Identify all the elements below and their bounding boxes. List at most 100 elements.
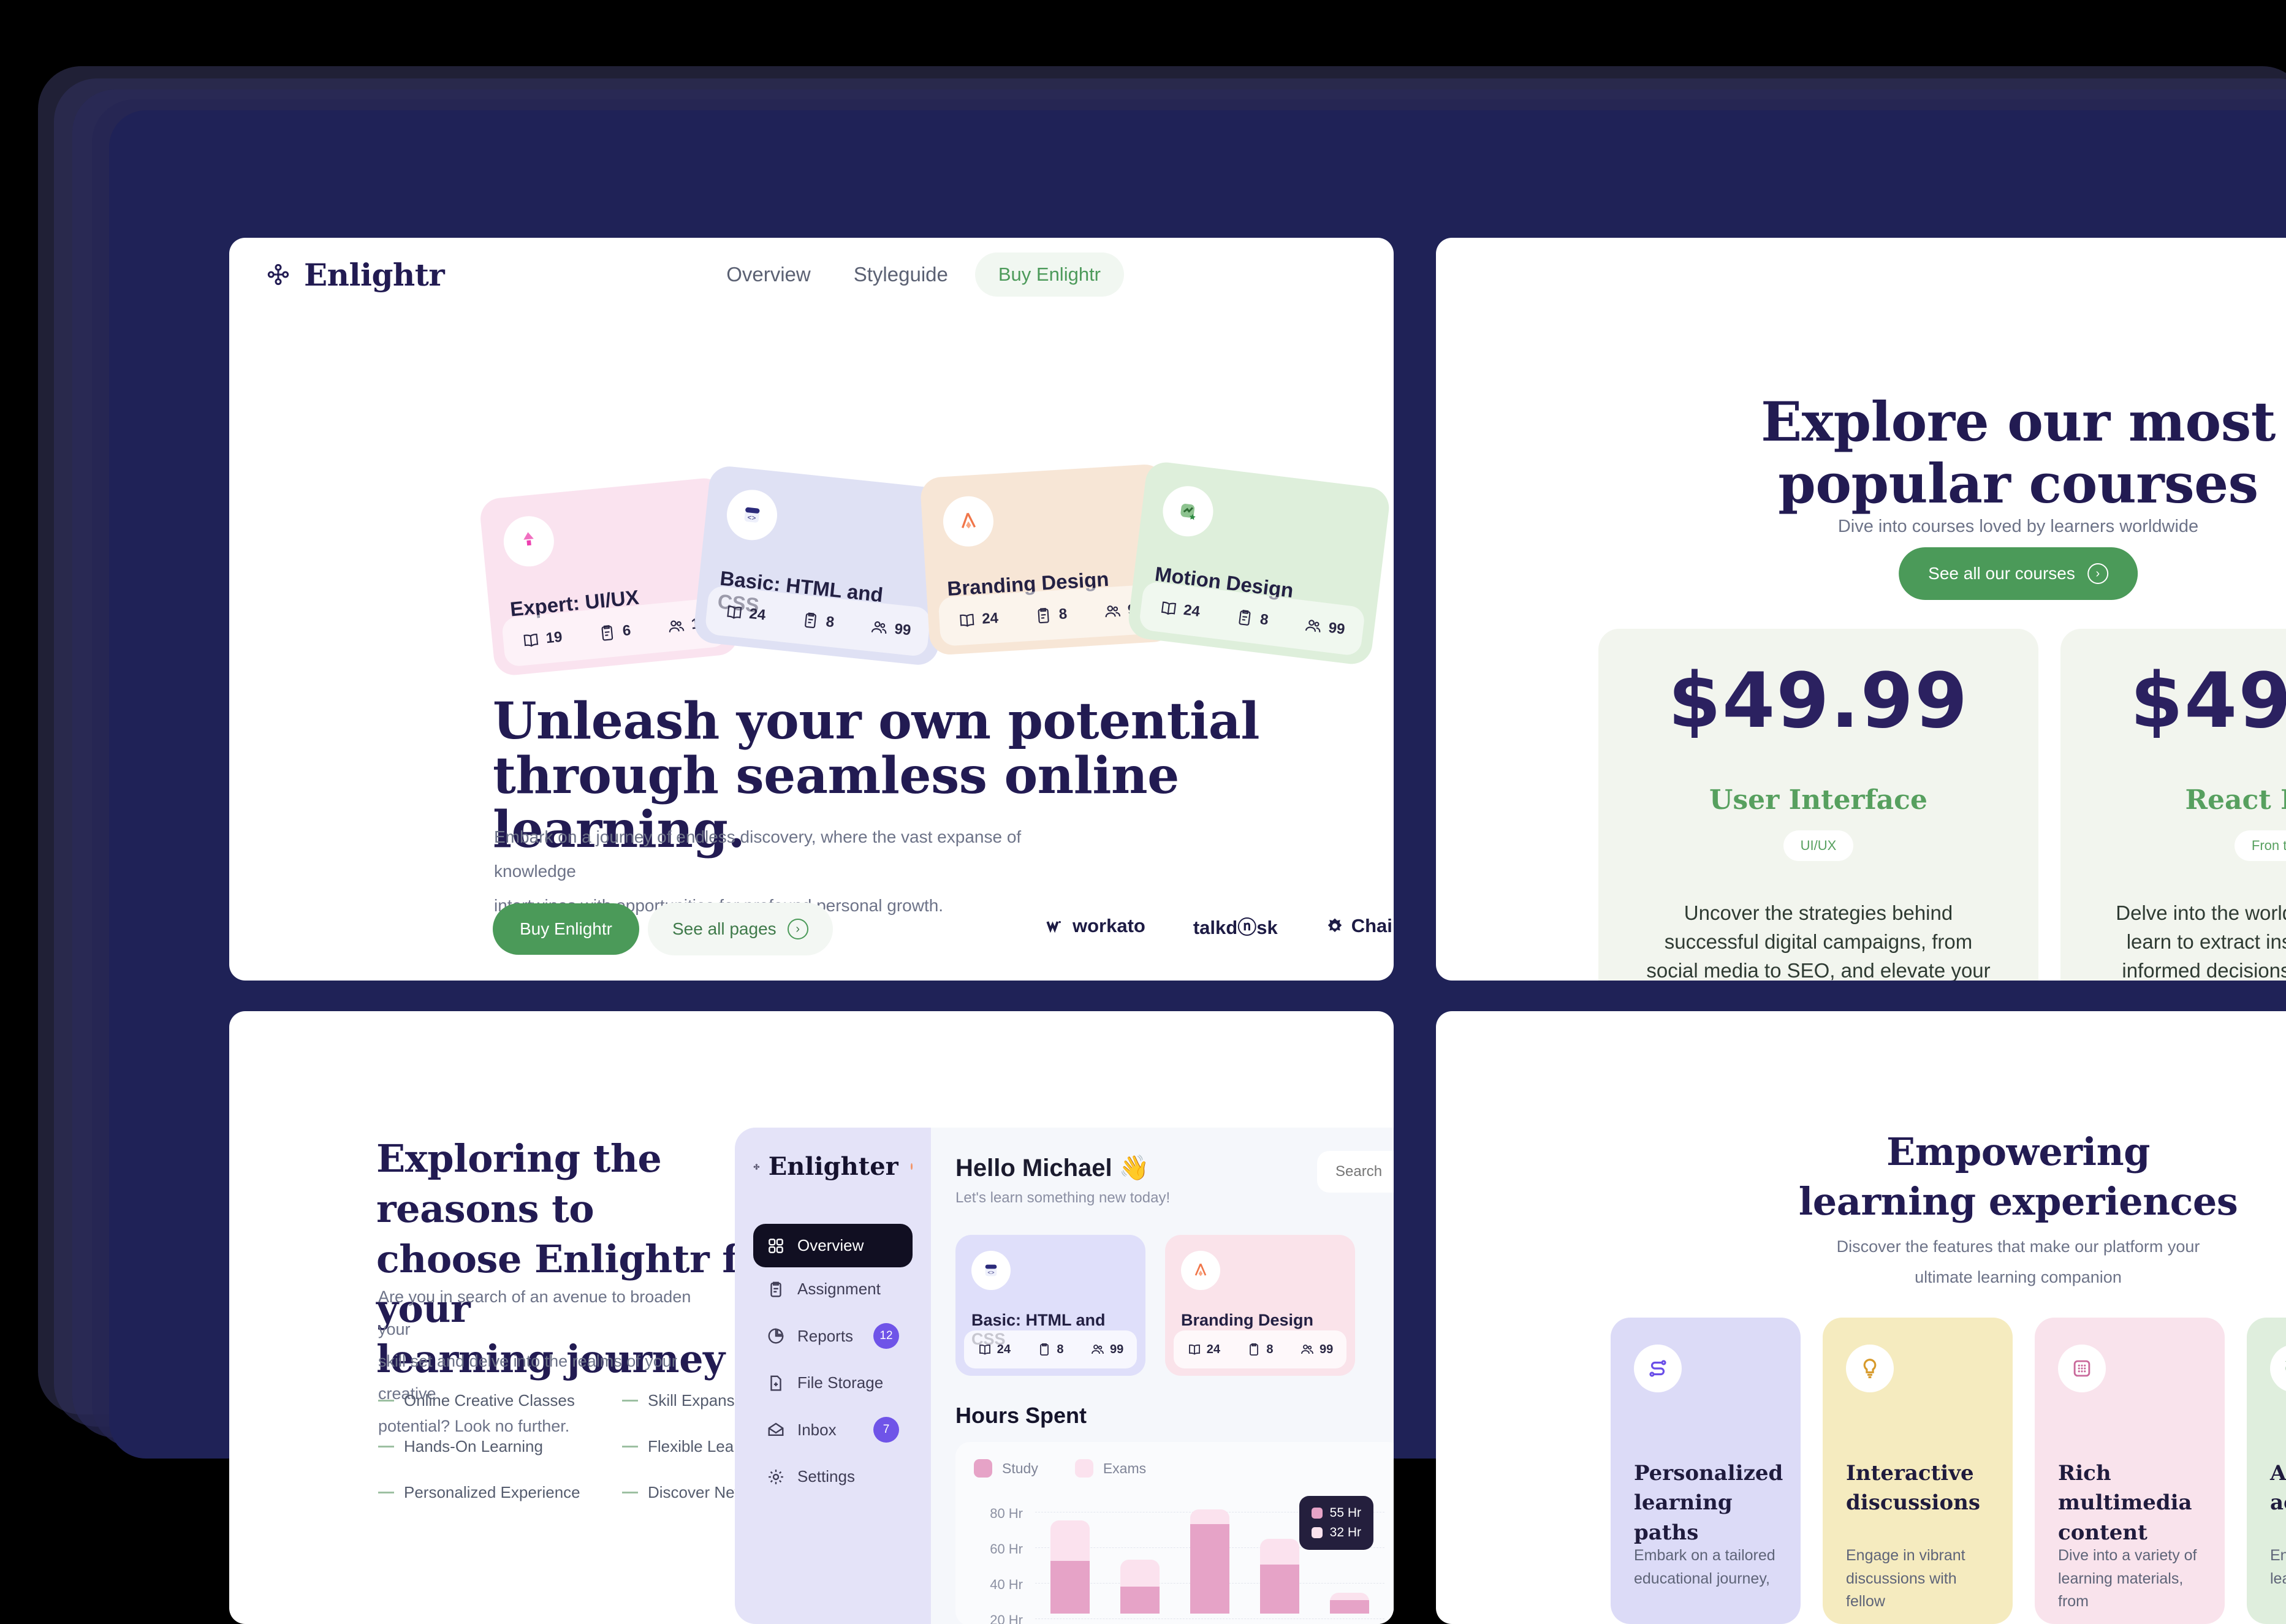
- nav-link-overview[interactable]: Overview: [710, 257, 827, 292]
- dashboard-main: Hello Michael 👋 Let's learn something ne…: [931, 1128, 1394, 1624]
- gear-icon: [769, 1469, 783, 1484]
- course-description: Uncover the strategies behind successful…: [1646, 901, 1991, 981]
- legend-item-exams: Exams: [1074, 1459, 1146, 1478]
- course-price: $49.99: [2130, 657, 2286, 745]
- grid-icon: [769, 1238, 783, 1253]
- sidebar-item-reports[interactable]: Reports 12: [753, 1311, 913, 1361]
- sidebar-item-assignment[interactable]: Assignment: [753, 1267, 913, 1311]
- course-price: $49.99: [1668, 657, 1969, 745]
- hero-course-card[interactable]: Motion Design 24 8 99: [1126, 460, 1392, 667]
- course-pricing-card[interactable]: $49.99 React Hooks Fron tend Delve into …: [2060, 629, 2286, 981]
- client-logo-chainalysis: Chainalysis: [1326, 915, 1394, 937]
- sidebar-item-settings[interactable]: Settings: [753, 1455, 913, 1498]
- hero-buy-button[interactable]: Buy Enlightr: [493, 903, 639, 955]
- feature-card[interactable]: Rich multimedia content Dive into a vari…: [2035, 1318, 2225, 1624]
- list-item: Online Creative Classes: [378, 1391, 588, 1410]
- dashboard-mockup: Enlighter Overview Assignment Reports 12: [735, 1128, 1394, 1624]
- bar-group[interactable]: [1120, 1560, 1160, 1614]
- chart-star-icon: [1160, 483, 1217, 539]
- compass-pen-icon: [1181, 1251, 1220, 1290]
- stat-lessons: 24: [1158, 598, 1201, 621]
- course-pricing-card[interactable]: $49.99 User Interface UI/UX Uncover the …: [1598, 629, 2038, 981]
- y-tick-label: 20 Hr: [990, 1612, 1023, 1624]
- svg-text:<>: <>: [747, 514, 756, 523]
- client-logo-talkdesk: talkdⓝsk: [1193, 917, 1278, 938]
- hero-see-all-pages-button[interactable]: See all pages ›: [647, 903, 833, 955]
- stat-tasks: 8: [800, 610, 835, 632]
- features-subtext-line-2: ultimate learning companion: [1915, 1267, 2122, 1286]
- course-category-badge: Fron tend: [2234, 830, 2286, 861]
- card-stats: 24 8 99: [1174, 1330, 1346, 1368]
- brand-logo[interactable]: Enlightr: [266, 257, 445, 293]
- sidebar-item-file-storage[interactable]: File Storage: [753, 1361, 913, 1405]
- tooltip-swatch: [1311, 1527, 1323, 1538]
- feature-title: Rich multimedia content: [2058, 1461, 2192, 1545]
- feature-cards: Personalized learning paths Embark on a …: [1611, 1318, 2286, 1624]
- feature-title: Personalized learning paths: [1634, 1461, 1783, 1545]
- pen-tool-icon: [501, 514, 556, 569]
- feature-card[interactable]: Interactive discussions Engage in vibran…: [1823, 1318, 2013, 1624]
- chart-title: Hours Spent: [955, 1403, 1087, 1428]
- dashboard-course-card[interactable]: <> Basic: HTML and CSS 24 8: [955, 1235, 1145, 1376]
- hero-course-cards: Expert: UI/UX 19 6 12 <>: [479, 460, 1392, 677]
- nav-buy-button[interactable]: Buy Enlightr: [974, 252, 1124, 297]
- see-all-courses-button[interactable]: See all our courses ›: [1899, 547, 2138, 600]
- code-badge-icon: <>: [724, 487, 780, 543]
- course-name: User Interface: [1709, 784, 1927, 816]
- stat-lessons: 24: [978, 1342, 1011, 1357]
- file-plus-icon: [770, 1375, 781, 1391]
- feature-description: Dive into a variety of learning material…: [2058, 1547, 2197, 1610]
- bar-group[interactable]: [1050, 1520, 1090, 1614]
- legend-item-study: Study: [974, 1459, 1038, 1478]
- tooltip-row-exams: 32 Hr: [1311, 1525, 1361, 1540]
- dashboard-brand[interactable]: Enlighter: [753, 1152, 913, 1181]
- reasons-panel: Exploring the reasons to choose Enlightr…: [229, 1011, 1394, 1624]
- stat-lessons: 19: [521, 628, 563, 650]
- stat-students: 99: [1090, 1342, 1123, 1357]
- course-pricing-cards: $49.99 User Interface UI/UX Uncover the …: [1598, 629, 2286, 981]
- hero-course-card[interactable]: <> Basic: HTML and CSS 24 8 99: [692, 464, 955, 667]
- chart-legend: Study Exams: [974, 1459, 1384, 1478]
- hero-actions: Buy Enlightr See all pages ›: [493, 903, 833, 955]
- dashboard-course-cards: <> Basic: HTML and CSS 24 8: [955, 1235, 1394, 1376]
- feature-description: Embark on a tailored educational journey…: [1634, 1547, 1775, 1587]
- dashboard-sidebar: Enlighter Overview Assignment Reports 12: [735, 1128, 931, 1624]
- stat-tasks: 8: [1235, 607, 1270, 629]
- bar-group[interactable]: [1260, 1539, 1299, 1614]
- nav-link-styleguide[interactable]: Styleguide: [838, 257, 964, 292]
- bar-group[interactable]: [1330, 1593, 1369, 1614]
- sidebar-item-inbox[interactable]: Inbox 7: [753, 1405, 913, 1455]
- sidebar-item-overview[interactable]: Overview: [753, 1224, 913, 1267]
- dash-icon: [622, 1492, 638, 1493]
- courses-headline-line-1: Explore our most: [1761, 390, 2276, 453]
- features-panel: Empowering learning experiences Discover…: [1436, 1011, 2286, 1624]
- courses-panel: Explore our most popular courses Dive in…: [1436, 238, 2286, 981]
- feature-title: Interactive discussions: [1846, 1461, 1980, 1516]
- list-item: Hands-On Learning: [378, 1437, 588, 1456]
- bar-group[interactable]: [1190, 1509, 1229, 1614]
- y-tick-label: 40 Hr: [990, 1577, 1023, 1592]
- dashboard-course-card[interactable]: Branding Design 24 8 99: [1165, 1235, 1355, 1376]
- stat-tasks: 6: [598, 621, 632, 643]
- pie-chart-icon: [768, 1328, 784, 1344]
- hero-subtext-line-1: Embark on a journey of endless discovery…: [494, 827, 1022, 881]
- stat-tasks: 8: [1034, 605, 1068, 625]
- stat-lessons: 24: [1187, 1342, 1220, 1357]
- legend-swatch: [1074, 1459, 1093, 1478]
- feature-card[interactable]: Anytime, access Enjoy the flexibility of…: [2247, 1318, 2286, 1624]
- client-logo-workato: workato: [1044, 915, 1145, 937]
- legend-swatch: [974, 1459, 992, 1478]
- feature-card[interactable]: Personalized learning paths Embark on a …: [1611, 1318, 1801, 1624]
- feature-description: Engage in vibrant discussions with fello…: [1846, 1547, 1965, 1610]
- inbox-icon: [768, 1422, 784, 1436]
- stat-lessons: 24: [724, 602, 767, 625]
- status-dot-icon: [910, 1163, 913, 1170]
- search-input[interactable]: [1317, 1151, 1394, 1193]
- course-name: React Hooks: [2185, 784, 2286, 816]
- dash-icon: [378, 1400, 394, 1402]
- courses-subtitle: Dive into courses loved by learners worl…: [1837, 517, 2199, 536]
- see-all-courses-label: See all our courses: [1928, 564, 2075, 583]
- card-stats: 24 8 99: [964, 1330, 1137, 1368]
- gridline: [1035, 1618, 1384, 1619]
- chart-tooltip: 55 Hr 32 Hr: [1299, 1496, 1373, 1550]
